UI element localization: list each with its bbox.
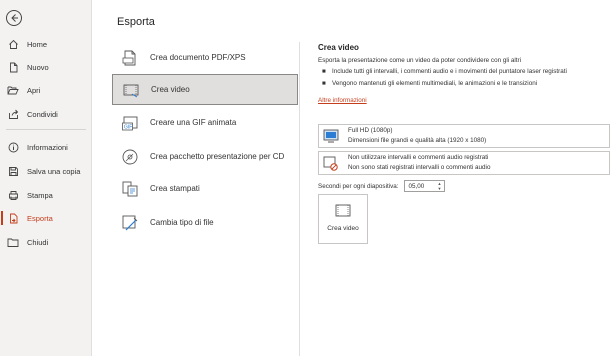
timing-name: Non utilizzare intervalli e commenti aud… [348,154,489,161]
timing-description: Non sono stati registrati intervalli o c… [348,164,491,171]
seconds-per-slide-row: Secondi per ogni diapositiva: 05,00 ▲ ▼ [318,180,445,192]
bullet-text: Include tutti gli intervalli, i commenti… [332,68,567,75]
option-create-handouts[interactable]: Crea stampati [112,173,298,204]
nav-item-label: Home [27,39,48,49]
bullet-text: Vengono mantenuti gli elementi multimedi… [332,80,538,87]
seconds-stepper[interactable]: 05,00 ▲ ▼ [403,180,445,192]
option-label: Crea stampati [150,184,200,193]
save-icon [7,165,19,177]
new-document-icon [7,61,19,73]
gif-icon: GIF [120,113,140,133]
nav-item-new[interactable]: Nuovo [0,57,92,77]
nav-item-export[interactable]: Esporta [0,208,92,228]
detail-title: Crea video [318,43,359,52]
create-video-button[interactable]: Crea video [318,194,368,244]
nav-item-label: Nuovo [27,62,49,72]
folder-open-icon [7,84,19,96]
detail-bullet: ■ Include tutti gli intervalli, i commen… [322,68,567,75]
stepper-arrows-icon[interactable]: ▲ ▼ [438,181,442,191]
bullet-icon: ■ [322,68,326,75]
nav-item-label: Chiudi [27,237,49,247]
nav-item-label: Informazioni [27,142,68,152]
svg-text:GIF: GIF [124,124,132,130]
page-title: Esporta [117,16,155,28]
back-arrow-icon[interactable] [6,10,22,26]
nav-item-label: Esporta [27,213,53,223]
nav-item-home[interactable]: Home [0,34,92,54]
option-create-pdf[interactable]: Crea documento PDF/XPS [112,42,298,73]
seconds-value: 05,00 [408,182,425,190]
backstage-nav: Home Nuovo Apri Condividi Informazioni S… [0,0,92,356]
option-create-gif[interactable]: GIF Creare una GIF animata [112,107,298,138]
nav-item-label: Stampa [27,190,53,200]
bullet-icon: ■ [322,80,326,87]
info-icon [7,141,19,153]
nav-item-info[interactable]: Informazioni [0,137,92,157]
nav-item-share[interactable]: Condividi [0,104,92,124]
timing-dropdown[interactable]: Non utilizzare intervalli e commenti aud… [318,151,610,175]
export-icon [7,212,19,224]
nav-item-print[interactable]: Stampa [0,185,92,205]
nav-item-save-copy[interactable]: Salva una copia [0,161,92,181]
printer-icon [7,189,19,201]
share-icon [7,108,19,120]
option-label: Creare una GIF animata [150,118,237,127]
video-icon [335,204,351,217]
nav-item-open[interactable]: Apri [0,80,92,100]
handouts-icon [120,179,140,199]
option-create-video[interactable]: Crea video [112,74,298,105]
quality-description: Dimensioni file grandi e qualità alta (1… [348,137,487,144]
seconds-label: Secondi per ogni diapositiva: [318,182,399,190]
monitor-icon [322,127,340,145]
nav-divider [6,129,86,130]
video-icon [121,80,141,100]
option-label: Crea documento PDF/XPS [150,53,246,62]
create-video-label: Crea video [327,225,359,232]
pdf-document-icon [120,48,140,68]
quality-name: Full HD (1080p) [348,127,393,134]
panel-divider [299,42,300,356]
nav-item-label: Condividi [27,109,58,119]
change-file-type-icon [120,213,140,233]
no-timing-icon [322,154,340,172]
nav-item-close[interactable]: Chiudi [0,232,92,252]
home-icon [7,38,19,50]
option-label: Crea pacchetto presentazione per CD [150,152,285,161]
option-label: Crea video [151,85,190,94]
quality-dropdown[interactable]: Full HD (1080p) Dimensioni file grandi e… [318,124,610,148]
detail-bullet: ■ Vengono mantenuti gli elementi multime… [322,80,537,87]
nav-item-label: Apri [27,85,41,95]
option-package-cd[interactable]: Crea pacchetto presentazione per CD [112,141,298,172]
option-change-file-type[interactable]: Cambia tipo di file [112,207,298,238]
detail-description: Esporta la presentazione come un video d… [318,57,522,64]
close-folder-icon [7,236,19,248]
more-info-link[interactable]: Altre informazioni [318,97,367,104]
option-label: Cambia tipo di file [150,218,214,227]
nav-item-label: Salva una copia [27,166,81,176]
cd-icon [120,147,140,167]
